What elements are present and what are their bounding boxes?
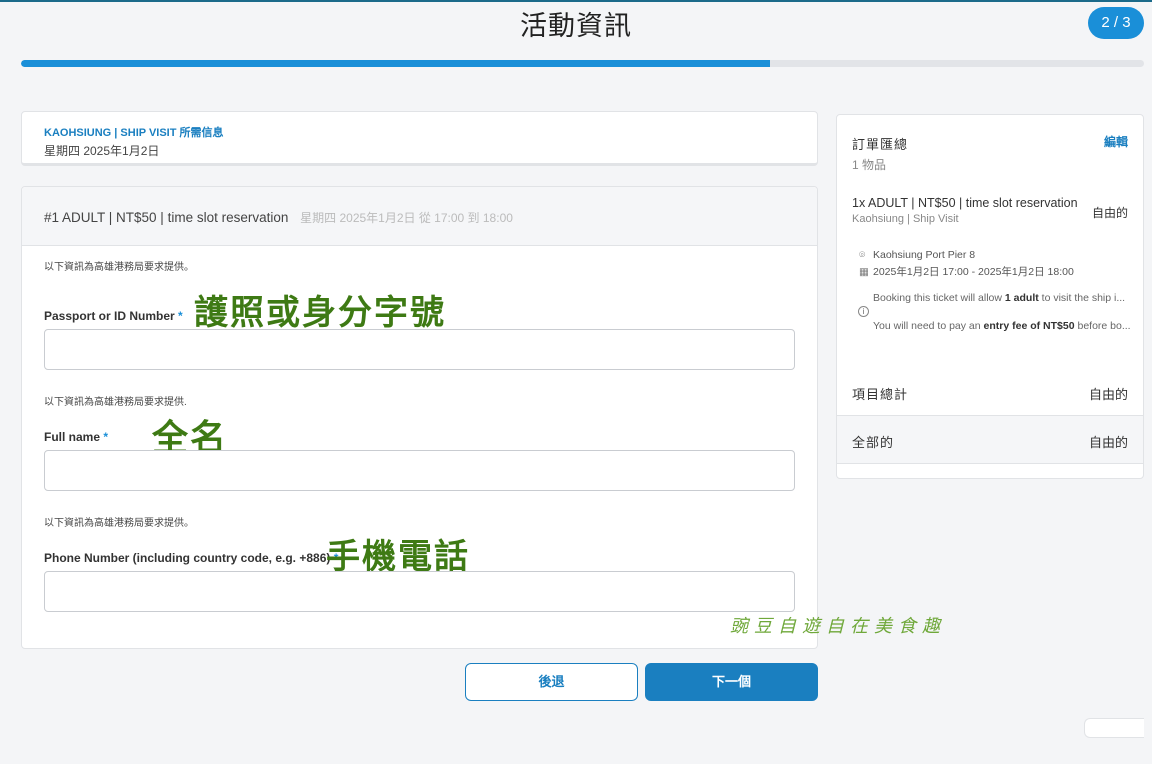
info-icon: i <box>858 306 869 317</box>
total-label: 全部的 <box>852 435 895 450</box>
event-date: 星期四 2025年1月2日 <box>44 144 160 158</box>
fullname-label: Full name * <box>44 430 109 444</box>
summary-description-1: Booking this ticket will allow 1 adult t… <box>873 292 1126 304</box>
field-note: 以下資訊為高雄港務局要求提供. <box>44 397 187 408</box>
annotation-passport: 護照或身分字號 <box>194 293 446 333</box>
summary-item-title: 1x ADULT | NT$50 | time slot reservation <box>852 196 1078 210</box>
progress-bar <box>21 60 1144 67</box>
total-value: 自由的 <box>1088 435 1128 450</box>
passport-label: Passport or ID Number * <box>44 309 183 323</box>
passport-input[interactable] <box>44 329 795 370</box>
ticket-time: 星期四 2025年1月2日 從 17:00 到 18:00 <box>300 211 513 225</box>
chat-widget-tab[interactable] <box>1084 718 1144 738</box>
ticket-header: #1 ADULT | NT$50 | time slot reservation… <box>22 187 817 246</box>
edit-link[interactable]: 編輯 <box>1104 133 1128 150</box>
ticket-form-card: #1 ADULT | NT$50 | time slot reservation… <box>21 186 818 649</box>
summary-datetime: ▦ 2025年1月2日 17:00 - 2025年1月2日 18:00 <box>859 266 1074 278</box>
order-summary: 訂單匯總 編輯 1 物品 1x ADULT | NT$50 | time slo… <box>836 114 1144 479</box>
field-note: 以下資訊為高雄港務局要求提供。 <box>44 518 194 529</box>
step-badge: 2 / 3 <box>1088 7 1144 39</box>
summary-item-price: 自由的 <box>1091 206 1128 220</box>
summary-title: 訂單匯總 <box>852 137 909 152</box>
phone-label: Phone Number (including country code, e.… <box>44 551 339 565</box>
ticket-title: #1 ADULT | NT$50 | time slot reservation… <box>44 209 513 226</box>
subtotal-label: 項目總計 <box>852 387 909 402</box>
fullname-input[interactable] <box>44 450 795 491</box>
summary-location: ⌾ Kaohsiung Port Pier 8 <box>859 249 976 261</box>
back-button[interactable]: 後退 <box>465 663 638 701</box>
ticket-name: #1 ADULT | NT$50 | time slot reservation <box>44 210 289 225</box>
event-info-card: KAOHSIUNG | SHIP VISIT 所需信息 星期四 2025年1月2… <box>21 111 818 166</box>
summary-description-2: You will need to pay an entry fee of NT$… <box>873 320 1131 332</box>
page-title: 活動資訊 <box>520 11 632 41</box>
calendar-icon: ▦ <box>859 266 869 278</box>
top-accent-line <box>0 0 1152 2</box>
summary-item-subtitle: Kaohsiung | Ship Visit <box>852 213 959 225</box>
watermark: 豌豆自遊自在美食趣 <box>730 616 946 637</box>
next-button[interactable]: 下一個 <box>645 663 818 701</box>
progress-fill <box>21 60 771 67</box>
phone-input[interactable] <box>44 571 795 612</box>
subtotal-value: 自由的 <box>1088 387 1128 402</box>
location-pin-icon: ⌾ <box>859 249 866 261</box>
item-count: 1 物品 <box>852 158 887 172</box>
field-note: 以下資訊為高雄港務局要求提供。 <box>44 262 194 273</box>
event-name: KAOHSIUNG | SHIP VISIT 所需信息 <box>44 127 224 139</box>
